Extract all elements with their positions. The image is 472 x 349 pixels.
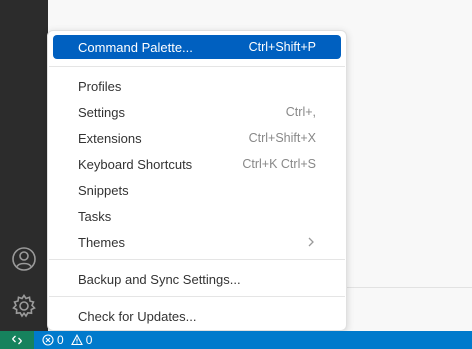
menu-separator — [49, 296, 345, 297]
menu-item-label: Check for Updates... — [78, 308, 197, 324]
menu-item-shortcut: Ctrl+, — [285, 105, 316, 119]
chevron-right-icon — [306, 234, 316, 250]
menu-item-label: Command Palette... — [78, 39, 193, 55]
menu-item-label: Extensions — [78, 130, 142, 146]
gear-icon[interactable] — [10, 292, 38, 320]
errors-count: 0 — [57, 333, 64, 347]
menu-item-shortcut: Ctrl+Shift+X — [248, 131, 316, 145]
menu-item-themes[interactable]: Themes — [53, 230, 341, 254]
menu-item-shortcut: Ctrl+K Ctrl+S — [242, 157, 316, 171]
menu-item-label: Profiles — [78, 78, 122, 94]
remote-icon[interactable] — [0, 331, 34, 349]
menu-item-backup-sync[interactable]: Backup and Sync Settings... — [53, 267, 341, 291]
menu-item-settings[interactable]: Settings Ctrl+, — [53, 100, 341, 124]
menu-item-label: Settings — [78, 104, 125, 120]
menu-item-label: Snippets — [78, 182, 129, 198]
activity-bar — [0, 0, 48, 331]
menu-item-label: Tasks — [78, 208, 112, 224]
menu-separator — [49, 259, 345, 260]
error-icon — [42, 334, 54, 346]
menu-separator — [49, 66, 345, 67]
problems-indicator[interactable]: 0 0 — [42, 331, 96, 349]
menu-item-label: Themes — [78, 234, 125, 250]
warnings-count: 0 — [85, 333, 93, 347]
menu-item-keyboard-shortcuts[interactable]: Keyboard Shortcuts Ctrl+K Ctrl+S — [53, 152, 341, 176]
menu-item-snippets[interactable]: Snippets — [53, 178, 341, 202]
manage-menu: Command Palette... Ctrl+Shift+P Profiles… — [47, 30, 347, 331]
status-bar: 0 0 — [0, 331, 472, 349]
menu-item-label: Backup and Sync Settings... — [78, 271, 241, 287]
menu-item-profiles[interactable]: Profiles — [53, 74, 341, 98]
warning-icon — [70, 334, 83, 346]
menu-item-command-palette[interactable]: Command Palette... Ctrl+Shift+P — [53, 35, 341, 59]
account-icon[interactable] — [10, 245, 38, 273]
menu-item-tasks[interactable]: Tasks — [53, 204, 341, 228]
menu-item-shortcut: Ctrl+Shift+P — [248, 40, 316, 54]
menu-item-check-updates[interactable]: Check for Updates... — [53, 304, 341, 328]
menu-item-label: Keyboard Shortcuts — [78, 156, 193, 172]
menu-item-extensions[interactable]: Extensions Ctrl+Shift+X — [53, 126, 341, 150]
